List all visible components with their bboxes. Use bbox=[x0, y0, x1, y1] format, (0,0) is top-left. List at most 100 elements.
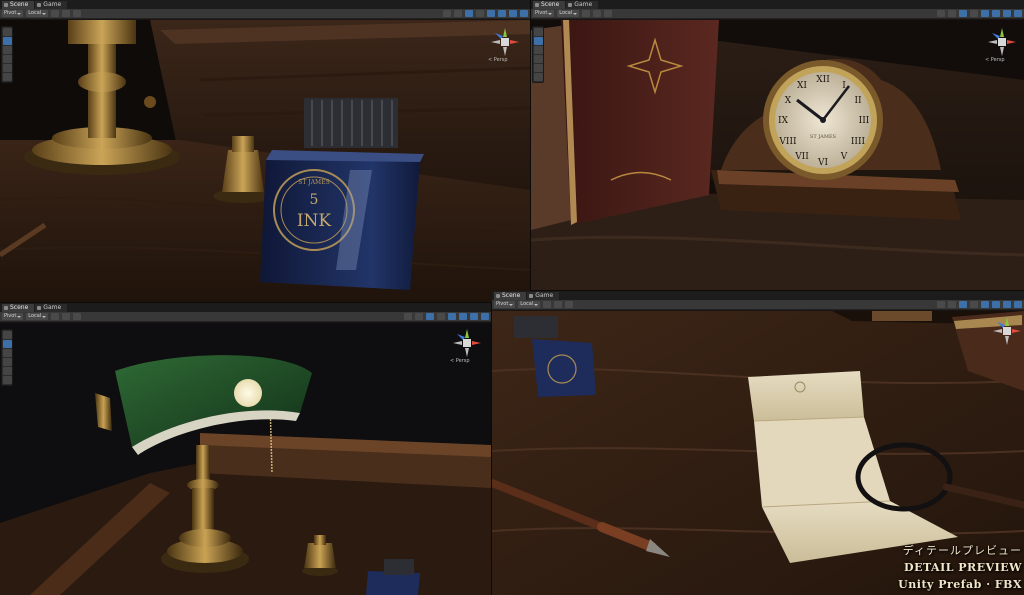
audio-toggle-button[interactable] bbox=[970, 10, 978, 17]
camera-mode-label[interactable]: < Persp bbox=[450, 358, 470, 364]
draw-mode-button[interactable] bbox=[443, 10, 451, 17]
scene-tab-icon bbox=[535, 3, 539, 7]
transform-tool-icon[interactable] bbox=[534, 73, 543, 81]
2d-toggle-button[interactable] bbox=[415, 313, 423, 320]
grid-visibility-button[interactable] bbox=[73, 313, 82, 320]
tab-scene[interactable]: Scene bbox=[2, 1, 35, 9]
tab-game[interactable]: Game bbox=[35, 304, 68, 312]
snap-increment-button[interactable] bbox=[62, 10, 71, 17]
grid-visibility-button[interactable] bbox=[604, 10, 613, 17]
snap-increment-button[interactable] bbox=[593, 10, 602, 17]
tab-game[interactable]: Game bbox=[566, 1, 599, 9]
scene-view-letter[interactable]: Scene Game Pivot Local ディテールプレビュー DETAIL… bbox=[492, 291, 1024, 595]
hand-tool-icon[interactable] bbox=[3, 28, 12, 36]
tab-scene[interactable]: Scene bbox=[2, 304, 35, 312]
rotate-tool-icon[interactable] bbox=[3, 349, 12, 357]
tab-scene[interactable]: Scene bbox=[533, 1, 566, 9]
move-tool-icon[interactable] bbox=[3, 37, 12, 45]
pivot-dropdown[interactable]: Pivot bbox=[2, 10, 24, 17]
scene-camera-button[interactable] bbox=[509, 10, 517, 17]
lighting-toggle-button[interactable] bbox=[426, 313, 434, 320]
rotate-tool-icon[interactable] bbox=[534, 46, 543, 54]
hidden-objects-button[interactable] bbox=[992, 301, 1000, 308]
audio-toggle-button[interactable] bbox=[970, 301, 978, 308]
grid-visibility-button[interactable] bbox=[73, 10, 82, 17]
gizmos-button[interactable] bbox=[1014, 301, 1022, 308]
orientation-gizmo[interactable]: < Persp bbox=[450, 328, 482, 364]
scene-camera-button[interactable] bbox=[1003, 301, 1011, 308]
draw-mode-button[interactable] bbox=[404, 313, 412, 320]
draw-mode-button[interactable] bbox=[937, 301, 945, 308]
local-dropdown[interactable]: Local bbox=[26, 10, 49, 17]
hand-tool-icon[interactable] bbox=[534, 28, 543, 36]
snap-increment-button[interactable] bbox=[62, 313, 71, 320]
lighting-toggle-button[interactable] bbox=[959, 10, 967, 17]
hidden-objects-button[interactable] bbox=[992, 10, 1000, 17]
transform-tool-icon[interactable] bbox=[3, 73, 12, 81]
orientation-gizmo[interactable] bbox=[992, 316, 1022, 346]
scale-tool-icon[interactable] bbox=[3, 358, 12, 366]
pivot-dropdown[interactable]: Pivot bbox=[494, 301, 516, 308]
gizmos-button[interactable] bbox=[481, 313, 489, 320]
move-tool-icon[interactable] bbox=[534, 37, 543, 45]
scene-view-ink[interactable]: Scene Game Pivot Local ST JAMES 5 INK < … bbox=[0, 0, 530, 302]
grid-snap-button[interactable] bbox=[51, 313, 60, 320]
2d-toggle-button[interactable] bbox=[948, 10, 956, 17]
2d-toggle-button[interactable] bbox=[948, 301, 956, 308]
scene-camera-button[interactable] bbox=[1003, 10, 1011, 17]
rect-tool-icon[interactable] bbox=[3, 64, 12, 72]
effects-toggle-button[interactable] bbox=[487, 10, 495, 17]
local-dropdown[interactable]: Local bbox=[518, 301, 541, 308]
clock-numeral: IIII bbox=[851, 137, 866, 147]
effects-toggle-button[interactable] bbox=[448, 313, 456, 320]
gizmos-button[interactable] bbox=[1014, 10, 1022, 17]
gizmos-button[interactable] bbox=[520, 10, 528, 17]
lighting-toggle-button[interactable] bbox=[465, 10, 473, 17]
grid-snap-button[interactable] bbox=[582, 10, 591, 17]
scene-tab-icon bbox=[4, 3, 8, 7]
grid-snap-button[interactable] bbox=[543, 301, 552, 308]
hidden-objects-button[interactable] bbox=[498, 10, 506, 17]
snap-increment-button[interactable] bbox=[554, 301, 563, 308]
viewport[interactable]: ST JAMES 5 INK bbox=[0, 20, 530, 302]
audio-toggle-button[interactable] bbox=[476, 10, 484, 17]
hand-tool-icon[interactable] bbox=[3, 331, 12, 339]
orientation-gizmo[interactable]: < Persp bbox=[488, 27, 520, 63]
clock-numeral: XII bbox=[816, 75, 830, 85]
hidden-objects-button[interactable] bbox=[459, 313, 467, 320]
effects-toggle-button[interactable] bbox=[981, 301, 989, 308]
local-dropdown[interactable]: Local bbox=[557, 10, 580, 17]
orientation-gizmo[interactable]: < Persp bbox=[985, 27, 1017, 63]
pivot-dropdown[interactable]: Pivot bbox=[2, 313, 24, 320]
tab-game[interactable]: Game bbox=[527, 292, 560, 300]
viewport[interactable] bbox=[0, 323, 491, 595]
tab-scene[interactable]: Scene bbox=[494, 292, 527, 300]
pivot-dropdown[interactable]: Pivot bbox=[533, 10, 555, 17]
audio-toggle-button[interactable] bbox=[437, 313, 445, 320]
move-tool-icon[interactable] bbox=[3, 340, 12, 348]
rect-tool-icon[interactable] bbox=[3, 367, 12, 375]
camera-mode-label[interactable]: < Persp bbox=[488, 57, 508, 63]
tab-game[interactable]: Game bbox=[35, 1, 68, 9]
grid-snap-button[interactable] bbox=[51, 10, 60, 17]
scene-camera-button[interactable] bbox=[470, 313, 478, 320]
axis-gizmo-icon bbox=[453, 329, 481, 357]
viewport[interactable]: XII I II III IIII V VI VII VIII IX X XI … bbox=[531, 20, 1024, 290]
chevron-down-icon bbox=[534, 303, 539, 306]
scene-view-lamp[interactable]: Scene Game Pivot Local < Persp bbox=[0, 303, 491, 595]
scale-tool-icon[interactable] bbox=[534, 55, 543, 63]
camera-mode-label[interactable]: < Persp bbox=[985, 57, 1005, 63]
scene-view-clock[interactable]: Scene Game Pivot Local XII I II III IIII… bbox=[531, 0, 1024, 290]
rotate-tool-icon[interactable] bbox=[3, 46, 12, 54]
transform-tool-icon[interactable] bbox=[3, 376, 12, 384]
effects-toggle-button[interactable] bbox=[981, 10, 989, 17]
chevron-down-icon bbox=[42, 315, 47, 318]
grid-visibility-button[interactable] bbox=[565, 301, 574, 308]
local-dropdown[interactable]: Local bbox=[26, 313, 49, 320]
2d-toggle-button[interactable] bbox=[454, 10, 462, 17]
chevron-down-icon bbox=[17, 12, 22, 15]
draw-mode-button[interactable] bbox=[937, 10, 945, 17]
scale-tool-icon[interactable] bbox=[3, 55, 12, 63]
rect-tool-icon[interactable] bbox=[534, 64, 543, 72]
lighting-toggle-button[interactable] bbox=[959, 301, 967, 308]
